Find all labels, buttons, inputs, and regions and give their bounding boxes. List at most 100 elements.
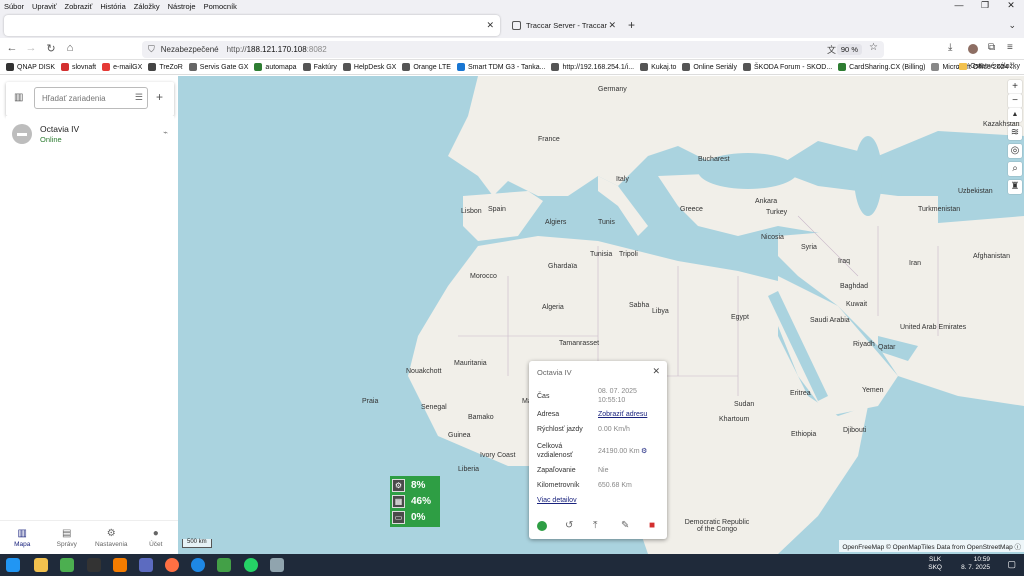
notification-icon[interactable]: ▢ xyxy=(1007,559,1016,570)
other-bookmarks[interactable]: Ostatné záložky xyxy=(959,63,1020,70)
language-indicator[interactable]: SLK SKQ xyxy=(928,556,942,572)
zoom-in-icon[interactable]: + xyxy=(1008,80,1022,94)
layers-icon[interactable]: ≋ xyxy=(1008,126,1022,140)
calculator-icon[interactable] xyxy=(139,558,153,572)
bookmark-item[interactable]: ŠKODA Forum - SKOD... xyxy=(742,63,832,71)
filter-icon[interactable]: ☰ xyxy=(135,92,143,103)
bookmark-item[interactable]: Faktúry xyxy=(302,63,337,71)
search-icon[interactable]: ⌕ xyxy=(1008,162,1022,176)
send-command-icon[interactable]: ⤒ xyxy=(593,520,597,531)
map-place-label: Ankara xyxy=(755,198,778,205)
map-attribution[interactable]: OpenFreeMap © OpenMapTiles Data from Ope… xyxy=(839,540,1024,552)
zoom-out-icon[interactable]: − xyxy=(1008,94,1022,108)
map-canvas[interactable]: Germany France Italy Spain Lisbon Morocco Alge… xyxy=(178,76,1024,554)
more-details-link[interactable]: Viac detailov xyxy=(537,497,577,504)
compass-icon[interactable]: ▲ xyxy=(1008,108,1022,122)
nav-settings[interactable]: ⚙ Nastavenia xyxy=(89,521,134,554)
folder-icon[interactable] xyxy=(34,558,48,572)
map-place-label: United Arab Emirates xyxy=(900,324,967,331)
nav-label: Účet xyxy=(149,540,163,548)
bookmark-item[interactable]: CardSharing.CX (Billing) xyxy=(838,63,925,71)
menu-history[interactable]: História xyxy=(96,2,129,11)
menu-view[interactable]: Zobraziť xyxy=(61,2,97,11)
nav-map[interactable]: ▥ Mapa xyxy=(0,521,45,554)
store-icon[interactable] xyxy=(60,558,74,572)
nav-reports[interactable]: ▤ Správy xyxy=(45,521,90,554)
tab-close-icon[interactable]: ✕ xyxy=(486,20,494,31)
device-item[interactable]: ▬ Octavia IV Online ⌁ xyxy=(6,120,174,148)
search-input[interactable] xyxy=(42,88,132,108)
menu-file[interactable]: Súbor xyxy=(0,2,28,11)
bookmark-label: QNAP DISK xyxy=(17,63,55,71)
app-icon[interactable] xyxy=(113,558,127,572)
bookmark-item[interactable]: Kukaj.to xyxy=(640,63,676,71)
tab-active[interactable]: ✕ xyxy=(4,15,500,36)
app-icon[interactable] xyxy=(191,558,205,572)
bookmark-item[interactable]: slovnaft xyxy=(61,63,96,71)
show-address-link[interactable]: Zobraziť adresu xyxy=(598,411,647,418)
menu-tools[interactable]: Nástroje xyxy=(164,2,200,11)
zoom-level[interactable]: 90 % xyxy=(836,44,862,55)
url-bar[interactable]: ⛉ Nezabezpečené http://188.121.170.108:8… xyxy=(142,41,884,58)
menu-help[interactable]: Pomocník xyxy=(200,2,241,11)
bookmark-label: HelpDesk GX xyxy=(353,63,397,71)
chevron-down-icon[interactable]: ⌄ xyxy=(1008,20,1016,31)
tab-traccar[interactable]: Traccar Server - Traccar ✕ xyxy=(504,15,622,36)
bookmark-item[interactable]: Smart TDM G3 - Tanka... xyxy=(456,63,546,71)
bookmark-item[interactable]: QNAP DISK xyxy=(6,63,55,71)
close-icon[interactable]: ✕ xyxy=(652,366,660,377)
shield-icon[interactable]: ⛉ xyxy=(148,44,155,55)
bookmark-item[interactable]: e-mailGX xyxy=(102,63,142,71)
url-text[interactable]: http://188.121.170.108:8082 xyxy=(227,45,327,54)
bookmark-item[interactable]: Servis Gate GX xyxy=(188,63,248,71)
back-icon[interactable]: ← xyxy=(5,42,19,54)
forward-icon[interactable]: → xyxy=(24,42,38,54)
menu-bookmarks[interactable]: Záložky xyxy=(130,2,164,11)
edit-icon[interactable]: ✎ xyxy=(621,520,629,531)
map-icon[interactable]: ▥ xyxy=(14,92,23,103)
whatsapp-icon[interactable] xyxy=(244,558,258,572)
avatar[interactable] xyxy=(968,44,978,54)
info-icon[interactable]: ⓘ xyxy=(1015,544,1022,551)
replay-icon[interactable]: ↺ xyxy=(565,520,573,531)
bookmark-item[interactable]: http://192.168.254.1/i... xyxy=(551,63,634,71)
map-place-label: Saudi Arabia xyxy=(810,317,850,324)
map-place-label: Ghardaïa xyxy=(548,263,578,270)
start-icon[interactable] xyxy=(6,558,20,572)
menu-icon[interactable]: ≡ xyxy=(1007,42,1013,53)
delete-icon[interactable]: ■ xyxy=(649,520,655,531)
app-icon[interactable] xyxy=(87,558,101,572)
map-place-label: Iraq xyxy=(838,258,851,265)
map-place-label: Spain xyxy=(488,206,506,213)
clock-time: 10:59 xyxy=(973,556,990,563)
more-icon[interactable] xyxy=(537,521,547,531)
search-field[interactable]: ☰ xyxy=(34,87,148,109)
tab-close-icon[interactable]: ✕ xyxy=(608,20,616,31)
download-icon[interactable]: ⤓ xyxy=(948,42,952,53)
translate-icon[interactable]: 文 xyxy=(827,43,836,56)
menu-edit[interactable]: Upraviť xyxy=(28,2,61,11)
bookmark-item[interactable]: HelpDesk GX xyxy=(342,63,397,71)
extensions-icon[interactable]: ⧉ xyxy=(988,42,995,53)
nav-account[interactable]: ● Účet xyxy=(134,521,179,554)
add-device-icon[interactable]: + xyxy=(156,90,163,104)
gear-icon[interactable]: ⚙ xyxy=(641,447,647,455)
app-icon[interactable] xyxy=(270,558,284,572)
bookmark-item[interactable]: automapa xyxy=(254,63,297,71)
clock[interactable]: 10:59 8. 7. 2025 xyxy=(961,556,990,572)
star-icon[interactable]: ☆ xyxy=(869,42,878,53)
security-label[interactable]: Nezabezpečené xyxy=(161,45,219,54)
app-icon[interactable] xyxy=(217,558,231,572)
bookmark-label: Smart TDM G3 - Tanka... xyxy=(467,63,546,71)
attribution-text: OpenFreeMap © OpenMapTiles Data from Ope… xyxy=(842,544,1013,551)
bookmark-item[interactable]: Online Seriály xyxy=(682,63,737,71)
pin-icon[interactable]: ♜ xyxy=(1008,180,1022,194)
locate-icon[interactable]: ◎ xyxy=(1008,144,1022,158)
firefox-icon[interactable] xyxy=(165,558,179,572)
bookmark-item[interactable]: Orange LTE xyxy=(402,63,451,71)
bookmarks-bar: QNAP DISK slovnaft e-mailGX TreZoR Servis Ga… xyxy=(0,60,1024,75)
home-icon[interactable]: ⌂ xyxy=(63,42,77,54)
reload-icon[interactable]: ↻ xyxy=(44,42,58,55)
new-tab-icon[interactable]: + xyxy=(628,18,635,32)
bookmark-item[interactable]: TreZoR xyxy=(148,63,183,71)
